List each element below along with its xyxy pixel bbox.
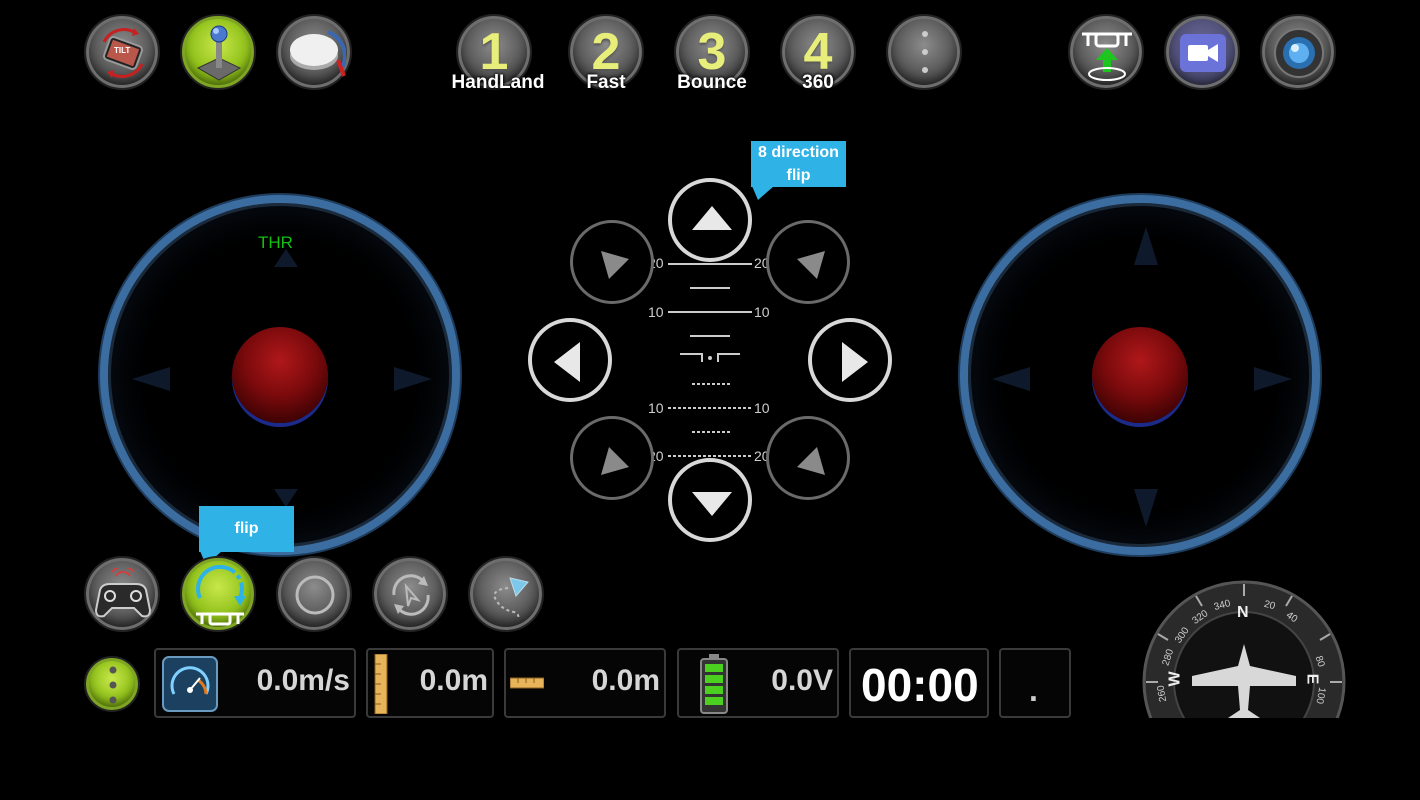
flight-timer: 00:00 [861,659,979,711]
compass: N E W 340 20 40 320 300 280 260 80 100 [1140,578,1348,718]
rotate-navigate-icon [392,574,430,616]
ruler-horizontal-icon [510,677,544,689]
left-joystick[interactable]: THR [100,195,460,555]
flip-forward-button[interactable] [668,178,752,262]
arrow-diagonal-icon [797,251,825,279]
callout-text: flip [234,520,259,537]
left-joystick-knob[interactable] [232,327,328,423]
more-vertical-icon [922,31,928,73]
battery-icon [700,654,728,714]
arrow-diagonal-icon [601,447,629,475]
stick-left-arrow [132,367,170,391]
arrow-right-icon [842,342,868,382]
mode-label: HandLand [451,72,545,93]
gamepad-button[interactable] [84,556,160,632]
record-video-button[interactable] [1164,14,1240,90]
stick-down-arrow [274,489,298,507]
flip-left-button[interactable] [528,318,612,402]
stick-up-arrow [274,249,298,267]
flip-backward-left-button[interactable] [570,416,654,500]
distance-value: 0.0m [591,664,660,697]
more-vertical-icon [109,666,117,704]
arrow-diagonal-icon [601,251,629,279]
knob-dial-icon [290,30,346,77]
arrow-left-icon [554,342,580,382]
ladder-label: 10 [648,400,664,416]
joystick-mode-button[interactable] [180,14,256,90]
flip-callout: flip [199,506,294,552]
gamepad-icon [94,568,152,618]
flip-button[interactable] [180,556,256,632]
voltage-panel: 0.0V [677,648,839,718]
tilt-badge: TILT [114,46,131,55]
drone-takeoff-icon [1082,32,1132,81]
path-plan-icon [493,577,529,621]
right-joystick-knob[interactable] [1092,327,1188,423]
distance-panel: 0.0m [504,648,666,718]
compass-north: N [1237,604,1249,621]
stick-up-arrow [1134,227,1158,265]
ladder-label: 10 [754,400,770,416]
speed-value: 0.0m/s [256,664,350,697]
take-photo-button[interactable] [1260,14,1336,90]
menu-dots-button[interactable] [84,656,140,712]
arrow-down-icon [692,492,732,516]
callout-pointer [752,186,774,200]
ruler-vertical-icon [374,654,388,714]
tilt-mode-button[interactable]: TILT [84,14,160,90]
stick-right-arrow [394,367,432,391]
stick-down-arrow [1134,489,1158,527]
arrow-diagonal-icon [797,447,825,475]
flip-forward-left-button[interactable] [570,220,654,304]
timer-panel: 00:00 [849,648,989,718]
joystick-icon [196,25,242,81]
attitude-ladder [668,263,752,457]
stick-left-arrow [992,367,1030,391]
more-options-button[interactable] [886,14,962,90]
callout-text: 8 direction flip [758,144,839,184]
flip-right-button[interactable] [808,318,892,402]
circle-fly-button[interactable] [276,556,352,632]
mode-label: Fast [586,72,626,93]
flip-drone-icon [196,564,246,626]
flip-backward-right-button[interactable] [766,416,850,500]
ladder-label: 10 [648,304,664,320]
photo-capture-icon [1274,28,1324,78]
compass-west: W [1166,671,1184,687]
height-panel: 0.0m [366,648,494,718]
mode-label: 360 [802,72,834,93]
video-camera-icon [1180,34,1226,72]
path-plan-button[interactable] [468,556,544,632]
dial-mode-button[interactable] [276,14,352,90]
stick-right-arrow [1254,367,1292,391]
flip-direction-callout: 8 direction flip [751,141,846,187]
height-value: 0.0m [419,664,488,697]
voltage-value: 0.0V [771,664,833,697]
circle-fly-icon [295,575,335,615]
speed-panel: 0.0m/s [154,648,356,718]
flip-forward-right-button[interactable] [766,220,850,304]
extra-value: . [1029,672,1038,708]
rotate-navigate-button[interactable] [372,556,448,632]
speedometer-icon [162,656,218,712]
flip-backward-button[interactable] [668,458,752,542]
mode-label: Bounce [677,72,747,93]
arrow-up-icon [692,206,732,230]
extra-panel: . [999,648,1071,718]
compass-east: E [1303,673,1321,685]
right-joystick[interactable] [960,195,1320,555]
ladder-label: 10 [754,304,770,320]
takeoff-button[interactable] [1068,14,1144,90]
